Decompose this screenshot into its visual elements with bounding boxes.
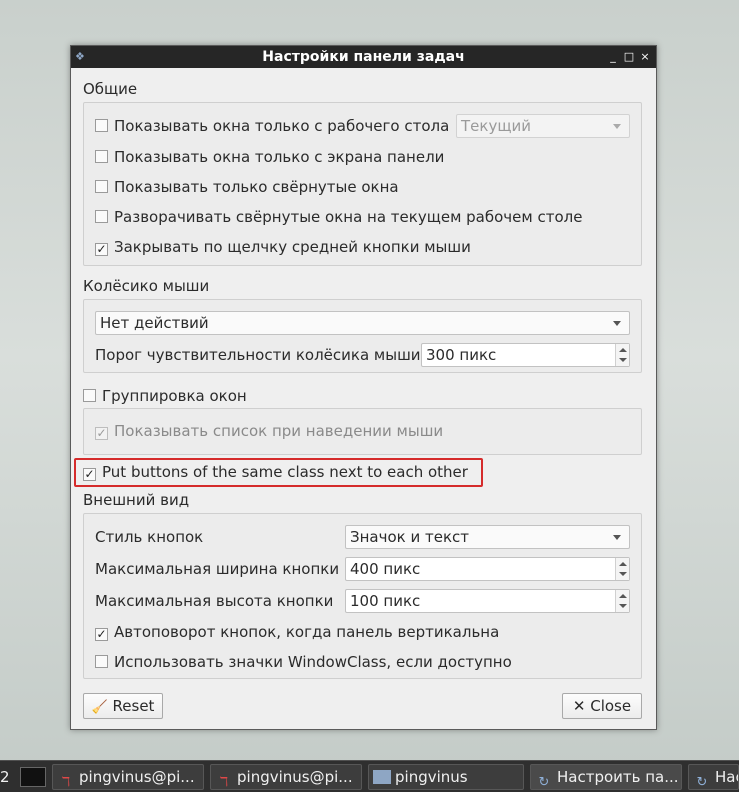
window-title: Настройки панели задач bbox=[262, 49, 465, 65]
checkbox-box[interactable]: ✓ bbox=[95, 243, 108, 256]
close-middle-click-checkbox[interactable]: ✓ Закрывать по щелчку средней кнопки мыши bbox=[95, 235, 471, 259]
checkbox-label: Автоповорот кнопок, когда панель вертика… bbox=[114, 623, 500, 641]
checkbox-label: Использовать значки WindowClass, если до… bbox=[114, 653, 512, 671]
task-button-configure-panel[interactable]: ↻ Настроить па... bbox=[530, 764, 682, 790]
spin-buttons[interactable] bbox=[615, 590, 629, 612]
spin-buttons[interactable] bbox=[615, 344, 629, 366]
only-minimized-checkbox[interactable]: Показывать только свёрнутые окна bbox=[95, 175, 399, 199]
grouping-checkbox[interactable]: Группировка окон bbox=[83, 384, 247, 408]
highlight-box bbox=[74, 458, 483, 487]
close-button[interactable]: ✕ Close bbox=[562, 693, 642, 719]
spin-down-icon[interactable] bbox=[619, 604, 627, 608]
task-button-terminal-1[interactable]: ℸ pingvinus@pi... bbox=[52, 764, 204, 790]
spin-buttons[interactable] bbox=[615, 558, 629, 580]
checkbox-box[interactable] bbox=[95, 655, 108, 668]
checkbox-box[interactable] bbox=[95, 210, 108, 223]
max-height-spinbox[interactable]: 100 пикс bbox=[345, 589, 630, 613]
reset-label: Reset bbox=[112, 697, 155, 715]
chevron-down-icon bbox=[613, 321, 621, 326]
spin-up-icon[interactable] bbox=[619, 562, 627, 566]
max-width-value: 400 пикс bbox=[350, 560, 421, 578]
threshold-label: Порог чувствительности колёсика мыши bbox=[95, 346, 421, 364]
desktop-number[interactable]: 2 bbox=[0, 765, 14, 789]
checkbox-label: Разворачивать свёрнутые окна на текущем … bbox=[114, 208, 583, 226]
checkbox-label: Показывать окна только с экрана панели bbox=[114, 148, 445, 166]
only-screen-checkbox[interactable]: Показывать окна только с экрана панели bbox=[95, 145, 444, 169]
folder-window-icon bbox=[373, 770, 391, 784]
max-height-label: Максимальная высота кнопки bbox=[95, 592, 334, 610]
close-icon: ✕ bbox=[572, 697, 586, 715]
button-style-label: Стиль кнопок bbox=[95, 528, 204, 546]
settings-icon: ↻ bbox=[696, 775, 708, 790]
show-desktop-icon[interactable] bbox=[20, 767, 46, 787]
chevron-down-icon bbox=[613, 535, 621, 540]
windowclass-icons-checkbox[interactable]: Использовать значки WindowClass, если до… bbox=[95, 650, 512, 674]
close-window-button[interactable]: × bbox=[638, 49, 652, 65]
reset-button[interactable]: 🧹 Reset bbox=[83, 693, 163, 719]
checkbox-label: Показывать окна только с рабочего стола bbox=[114, 117, 450, 135]
task-label: Настроить па... bbox=[557, 768, 679, 786]
raise-on-current-desktop-checkbox[interactable]: Разворачивать свёрнутые окна на текущем … bbox=[95, 205, 582, 229]
settings-dialog: Настройки панели задач ❖ _ □ × Общие Пок… bbox=[70, 45, 657, 730]
spin-down-icon[interactable] bbox=[619, 358, 627, 362]
task-button-settings[interactable]: ↻ Нас bbox=[688, 764, 739, 790]
hover-list-checkbox[interactable]: ✓ Показывать список при наведении мыши bbox=[95, 419, 443, 443]
button-style-value: Значок и текст bbox=[350, 528, 470, 546]
terminal-icon: ℸ bbox=[219, 775, 229, 790]
checkbox-box[interactable]: ✓ bbox=[95, 427, 108, 440]
desktop-combo-value: Текущий bbox=[461, 117, 531, 135]
task-label: pingvinus@pi... bbox=[79, 768, 195, 786]
title-bar[interactable]: Настройки панели задач bbox=[71, 46, 656, 68]
desktop-combo[interactable]: Текущий bbox=[456, 114, 630, 138]
maximize-button[interactable]: □ bbox=[622, 49, 636, 65]
checkbox-box[interactable]: ✓ bbox=[95, 628, 108, 641]
checkbox-box[interactable] bbox=[95, 119, 108, 132]
appearance-group-title: Внешний вид bbox=[83, 491, 190, 509]
checkbox-label: Показывать список при наведении мыши bbox=[114, 422, 444, 440]
checkbox-box[interactable] bbox=[95, 150, 108, 163]
threshold-spinbox[interactable]: 300 пикс bbox=[421, 343, 630, 367]
button-style-combo[interactable]: Значок и текст bbox=[345, 525, 630, 549]
max-height-value: 100 пикс bbox=[350, 592, 421, 610]
mouse-wheel-group-title: Колёсико мыши bbox=[83, 277, 210, 295]
checkbox-label: Показывать только свёрнутые окна bbox=[114, 178, 399, 196]
window-menu-icon[interactable]: ❖ bbox=[75, 50, 89, 64]
wheel-action-combo[interactable]: Нет действий bbox=[95, 311, 630, 335]
checkbox-box[interactable] bbox=[95, 180, 108, 193]
spin-down-icon[interactable] bbox=[619, 572, 627, 576]
spin-up-icon[interactable] bbox=[619, 594, 627, 598]
spin-up-icon[interactable] bbox=[619, 348, 627, 352]
settings-icon: ↻ bbox=[538, 775, 550, 790]
task-button-file-manager[interactable]: pingvinus bbox=[368, 764, 524, 790]
max-width-spinbox[interactable]: 400 пикс bbox=[345, 557, 630, 581]
only-desktop-checkbox[interactable]: Показывать окна только с рабочего стола bbox=[95, 114, 449, 138]
autorotate-checkbox[interactable]: ✓ Автоповорот кнопок, когда панель вертик… bbox=[95, 620, 499, 644]
max-width-label: Максимальная ширина кнопки bbox=[95, 560, 340, 578]
wheel-action-value: Нет действий bbox=[100, 314, 209, 332]
threshold-value: 300 пикс bbox=[426, 346, 497, 364]
broom-icon: 🧹 bbox=[91, 700, 108, 715]
task-button-terminal-2[interactable]: ℸ pingvinus@pi... bbox=[210, 764, 362, 790]
minimize-button[interactable]: _ bbox=[606, 49, 620, 65]
checkbox-box[interactable] bbox=[83, 389, 96, 402]
taskbar: 2 ℸ pingvinus@pi... ℸ pingvinus@pi... ping… bbox=[0, 760, 739, 792]
close-label: Close bbox=[590, 697, 632, 715]
checkbox-label: Закрывать по щелчку средней кнопки мыши bbox=[114, 238, 471, 256]
task-label: pingvinus@pi... bbox=[237, 768, 353, 786]
checkbox-label: Группировка окон bbox=[102, 387, 247, 405]
task-label: pingvinus bbox=[395, 768, 468, 786]
task-label: Нас bbox=[715, 768, 738, 786]
terminal-icon: ℸ bbox=[61, 775, 71, 790]
chevron-down-icon bbox=[613, 124, 621, 129]
general-group-title: Общие bbox=[83, 80, 138, 98]
